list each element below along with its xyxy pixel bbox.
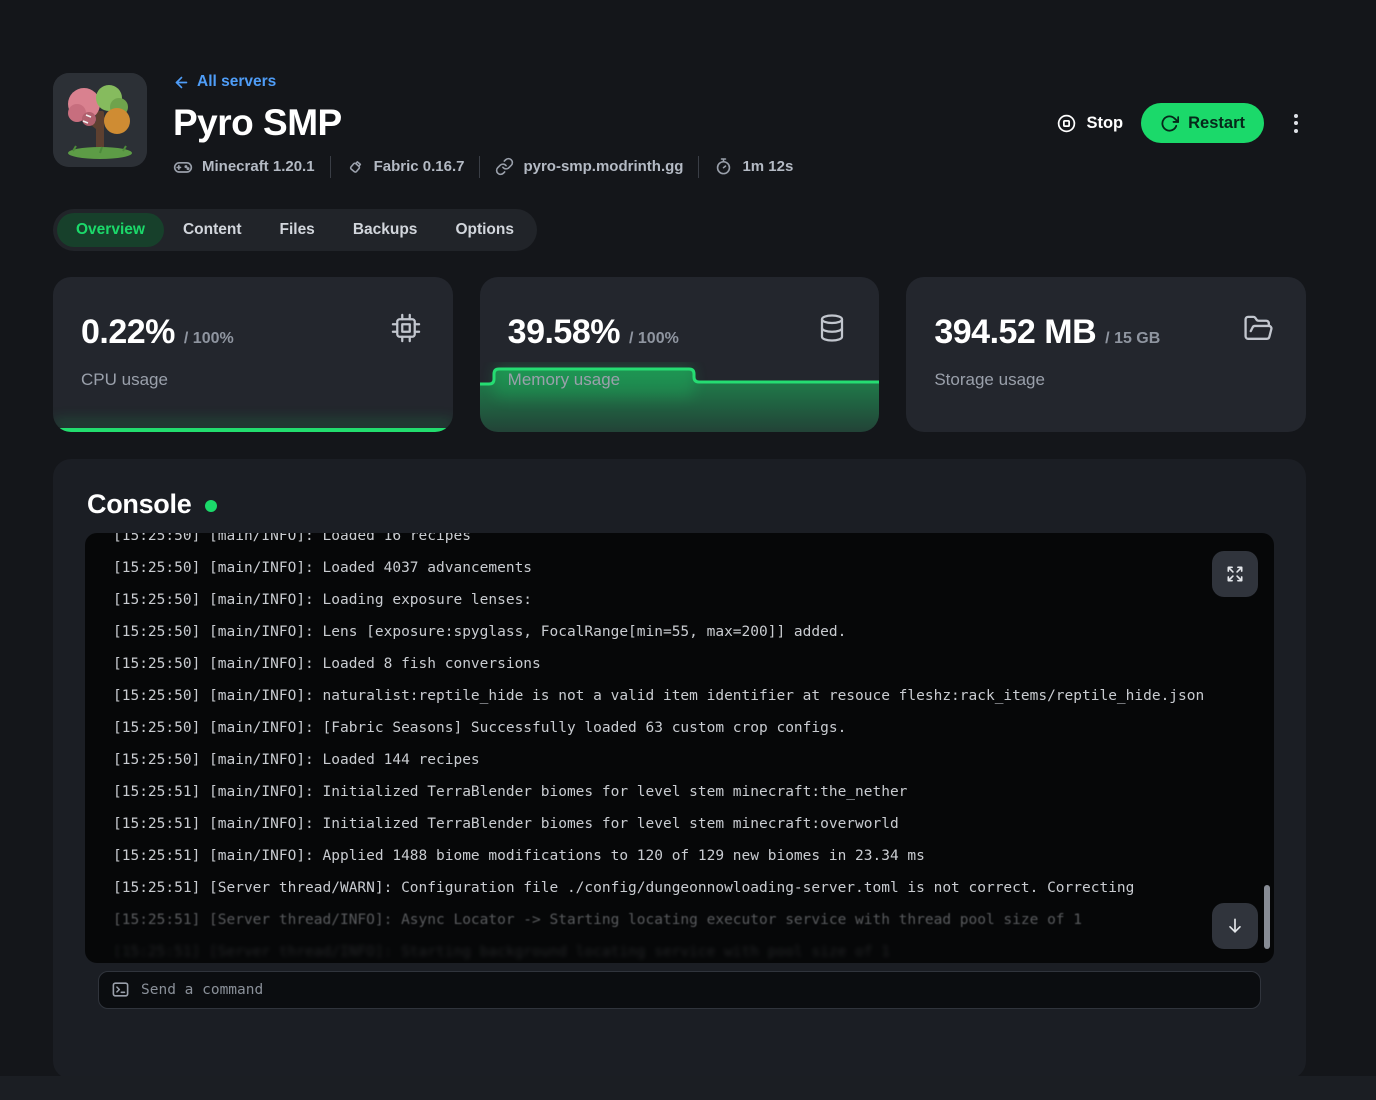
more-options-button[interactable]: [1286, 108, 1306, 139]
kebab-dot: [1294, 114, 1298, 118]
memory-usage-card: 39.58% / 100% Memory usage: [480, 277, 880, 432]
cpu-usage-card: 0.22% / 100% CPU usage: [53, 277, 453, 432]
kebab-dot: [1294, 129, 1298, 133]
console-log-line: [15:25:51] [main/INFO]: Initialized Terr…: [113, 808, 1258, 840]
stats-row: 0.22% / 100% CPU usage 39.58% / 100% Mem…: [53, 277, 1306, 432]
server-page: All servers Pyro SMP Minecraft 1.20.1 Fa…: [53, 0, 1306, 1079]
console-log-line: [15:25:51] [main/INFO]: Initialized Terr…: [113, 776, 1258, 808]
command-input[interactable]: [141, 982, 1248, 998]
gamepad-icon: [173, 157, 193, 177]
cpu-icon: [391, 313, 421, 343]
back-link-label: All servers: [197, 73, 276, 91]
tree-avatar-art: [53, 73, 147, 167]
timer-icon: [714, 157, 733, 176]
database-icon: [817, 313, 847, 343]
console-log-line: [15:25:51] [Server thread/INFO]: Startin…: [113, 936, 1258, 963]
terminal-icon: [111, 980, 130, 999]
tab-files[interactable]: Files: [260, 213, 333, 247]
console-log-line: [15:25:50] [main/INFO]: Lens [exposure:s…: [113, 616, 1258, 648]
memory-usage-value: 39.58%: [508, 313, 620, 352]
storage-usage-label: Storage usage: [934, 370, 1045, 390]
console-log-line: [15:25:50] [main/INFO]: [Fabric Seasons]…: [113, 712, 1258, 744]
server-tabs: Overview Content Files Backups Options: [53, 209, 537, 251]
expand-console-button[interactable]: [1212, 551, 1258, 597]
tab-content[interactable]: Content: [164, 213, 261, 247]
expand-icon: [1225, 564, 1245, 584]
cpu-usage-limit: / 100%: [184, 330, 234, 348]
console-log-line: [15:25:50] [main/INFO]: naturalist:repti…: [113, 680, 1258, 712]
memory-usage-label: Memory usage: [508, 370, 620, 390]
meta-loader: Fabric 0.16.7: [346, 157, 465, 176]
server-heading-block: All servers Pyro SMP Minecraft 1.20.1 Fa…: [173, 73, 1056, 178]
arrow-down-icon: [1225, 916, 1245, 936]
kebab-dot: [1294, 121, 1298, 125]
storage-usage-value: 394.52 MB: [934, 313, 1096, 352]
tab-options[interactable]: Options: [436, 213, 533, 247]
scroll-to-bottom-button[interactable]: [1212, 903, 1258, 949]
console-log-line: [15:25:50] [main/INFO]: Loaded 8 fish co…: [113, 648, 1258, 680]
cpu-usage-label: CPU usage: [81, 370, 168, 390]
restart-button-label: Restart: [1188, 114, 1245, 133]
storage-usage-card: 394.52 MB / 15 GB Storage usage: [906, 277, 1306, 432]
meta-divider: [479, 156, 480, 178]
meta-game-label: Minecraft 1.20.1: [202, 158, 315, 175]
stop-button[interactable]: Stop: [1056, 113, 1123, 134]
console-log-line: [15:25:50] [main/INFO]: Loaded 4037 adva…: [113, 552, 1258, 584]
restart-button[interactable]: Restart: [1141, 103, 1264, 143]
console-header: Console: [87, 489, 1274, 520]
meta-divider: [698, 156, 699, 178]
meta-uptime-label: 1m 12s: [742, 158, 793, 175]
tab-overview[interactable]: Overview: [57, 213, 164, 247]
cpu-usage-value: 0.22%: [81, 313, 175, 352]
console-log-line: [15:25:51] [Server thread/INFO]: Async L…: [113, 904, 1258, 936]
server-avatar: [53, 73, 147, 167]
stop-button-label: Stop: [1086, 114, 1123, 133]
console-card: Console [15:25:50] [main/INFO]: Loaded 1…: [53, 459, 1306, 1079]
console-log-line: [15:25:50] [main/INFO]: Loading exposure…: [113, 584, 1258, 616]
storage-usage-limit: / 15 GB: [1105, 330, 1160, 348]
restart-icon: [1160, 114, 1179, 133]
meta-divider: [330, 156, 331, 178]
console-scrollbar-thumb[interactable]: [1264, 885, 1270, 949]
console-log-line: [15:25:50] [main/INFO]: Loaded 16 recipe…: [113, 533, 1258, 552]
meta-game-version: Minecraft 1.20.1: [173, 157, 315, 177]
console-log-line: [15:25:51] [main/INFO]: Applied 1488 bio…: [113, 840, 1258, 872]
meta-loader-label: Fabric 0.16.7: [374, 158, 465, 175]
console-log-viewport[interactable]: [15:25:50] [main/INFO]: Loaded 16 recipe…: [85, 533, 1274, 963]
memory-usage-limit: / 100%: [629, 330, 679, 348]
page-title: Pyro SMP: [173, 102, 1056, 144]
server-meta-row: Minecraft 1.20.1 Fabric 0.16.7 pyro-smp.…: [173, 156, 1056, 178]
console-log-line: [15:25:51] [Server thread/WARN]: Configu…: [113, 872, 1258, 904]
arrow-left-icon: [173, 74, 190, 91]
meta-uptime: 1m 12s: [714, 157, 793, 176]
server-actions: Stop Restart: [1056, 103, 1306, 143]
console-title: Console: [87, 489, 191, 520]
online-status-dot: [205, 500, 217, 512]
tab-backups[interactable]: Backups: [334, 213, 437, 247]
footer-band: [0, 1076, 1376, 1100]
server-header: All servers Pyro SMP Minecraft 1.20.1 Fa…: [53, 73, 1306, 178]
back-to-all-servers-link[interactable]: All servers: [173, 73, 276, 91]
cpu-usage-sparkline: [53, 428, 453, 432]
stop-icon: [1056, 113, 1077, 134]
meta-domain[interactable]: pyro-smp.modrinth.gg: [495, 157, 683, 176]
meta-domain-label: pyro-smp.modrinth.gg: [523, 158, 683, 175]
console-log-line: [15:25:50] [main/INFO]: Loaded 144 recip…: [113, 744, 1258, 776]
folder-open-icon: [1243, 313, 1274, 344]
link-icon: [495, 157, 514, 176]
command-input-row: [98, 971, 1261, 1009]
loader-flask-icon: [346, 157, 365, 176]
